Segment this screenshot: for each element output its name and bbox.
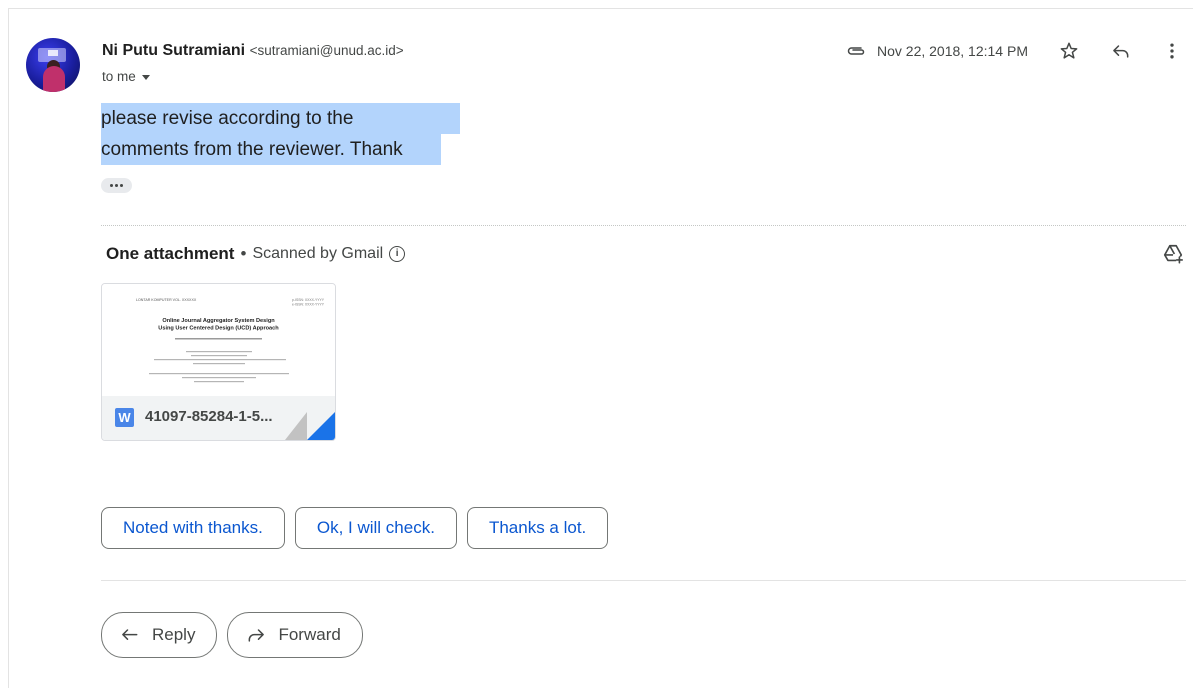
separator: •: [240, 244, 247, 263]
ellipsis-dot: [120, 184, 123, 187]
attachments-count: One attachment: [106, 244, 235, 263]
document-thumbnail: LONTAR KOMPUTER VOL. XXXXXX p-ISSN: XXXX…: [136, 298, 325, 383]
preview-text-line: [193, 363, 245, 365]
frame-top-border: [8, 8, 1193, 9]
smart-reply-thanks[interactable]: Thanks a lot.: [466, 507, 609, 549]
message-actions: Reply Forward: [101, 612, 363, 658]
ellipsis-dot: [115, 184, 118, 187]
attachments-header: One attachment • Scanned by Gmail i: [106, 244, 406, 264]
preview-header-right-2: e-ISSN: XXXX-YYYY: [292, 303, 325, 307]
reply-label: Reply: [152, 625, 196, 644]
reply-icon: [1113, 45, 1129, 58]
frame-left-border: [8, 8, 9, 688]
page-fold-corner: [307, 412, 335, 440]
preview-title-2: Using User Centered Design (UCD) Approac…: [158, 326, 279, 332]
preview-header-right-1: p-ISSN: XXXX-YYYY: [292, 298, 325, 302]
recipient-dropdown[interactable]: to me: [102, 69, 150, 84]
message-date: Nov 22, 2018, 12:14 PM: [877, 43, 1028, 59]
avatar-figure: [43, 66, 65, 92]
smart-reply-noted[interactable]: Noted with thanks.: [101, 507, 285, 549]
reply-action-button[interactable]: Reply: [101, 612, 218, 658]
attachment-filename: 41097-85284-1-5...: [145, 408, 273, 425]
avatar-light: [48, 50, 58, 56]
caret-down-icon: [141, 75, 150, 80]
add-to-drive-icon: [1163, 244, 1183, 264]
paperclip-icon: [847, 47, 865, 55]
preview-text-line: [191, 355, 247, 357]
smart-reply-check[interactable]: Ok, I will check.: [294, 507, 457, 549]
body-line-2: comments from the reviewer. Thank: [101, 134, 441, 165]
preview-header-left: LONTAR KOMPUTER VOL. XXXXXX: [136, 298, 197, 302]
more-vert-icon: [1170, 43, 1174, 59]
attachment-card[interactable]: LONTAR KOMPUTER VOL. XXXXXX p-ISSN: XXXX…: [101, 283, 336, 441]
forward-label: Forward: [278, 625, 341, 644]
attachments-divider: [101, 225, 1186, 226]
preview-title-1: Online Journal Aggregator System Design: [162, 318, 275, 324]
star-button[interactable]: [1057, 39, 1081, 63]
preview-text-line: [194, 381, 244, 383]
add-to-drive-button[interactable]: [1162, 243, 1184, 265]
sender-avatar[interactable]: [26, 38, 80, 92]
preview-authors-line: [175, 338, 262, 340]
preview-text-line: [154, 359, 286, 361]
actions-divider: [101, 580, 1186, 581]
sender-line: Ni Putu Sutramiani <sutramiani@unud.ac.i…: [102, 42, 404, 60]
body-line-1: please revise according to the: [101, 103, 460, 134]
page-fold-shadow: [285, 412, 307, 440]
message-meta: Nov 22, 2018, 12:14 PM: [845, 40, 1028, 62]
reply-button[interactable]: [1109, 39, 1133, 63]
reply-icon: [122, 629, 138, 640]
more-options-button[interactable]: [1160, 39, 1184, 63]
preview-text-line: [186, 351, 252, 353]
preview-text-line: [149, 373, 289, 375]
star-icon: [1060, 42, 1078, 59]
sender-name[interactable]: Ni Putu Sutramiani: [102, 42, 245, 59]
preview-text-line: [182, 377, 256, 379]
message-body: please revise according to the comments …: [101, 103, 460, 165]
info-icon[interactable]: i: [389, 246, 406, 262]
scanned-label: Scanned by Gmail: [252, 245, 384, 262]
show-trimmed-content-button[interactable]: [101, 178, 132, 193]
word-document-icon: W: [115, 408, 134, 427]
forward-action-button[interactable]: Forward: [227, 612, 363, 658]
ellipsis-dot: [110, 184, 113, 187]
smart-reply-chips: Noted with thanks. Ok, I will check. Tha…: [101, 507, 609, 549]
attachment-preview: LONTAR KOMPUTER VOL. XXXXXX p-ISSN: XXXX…: [102, 284, 335, 396]
forward-icon: [249, 629, 265, 642]
sender-email: <sutramiani@unud.ac.id>: [249, 43, 404, 58]
recipient-label: to me: [102, 69, 136, 84]
